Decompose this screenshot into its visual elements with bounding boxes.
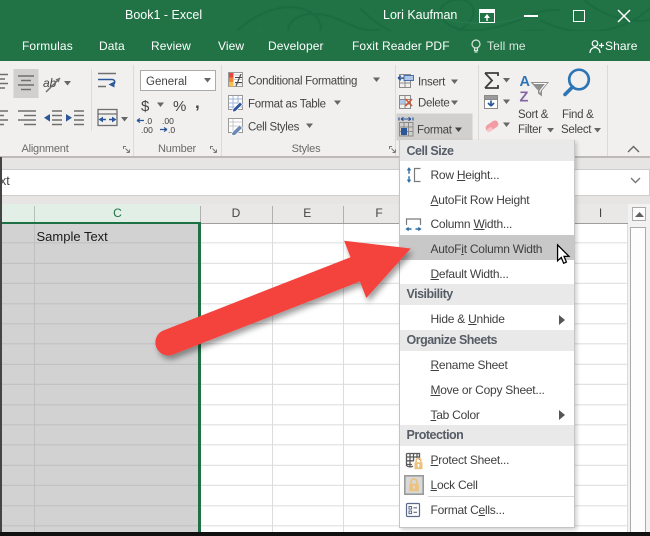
svg-text:A: A xyxy=(520,74,531,90)
svg-text:$: $ xyxy=(141,98,150,115)
svg-text:,: , xyxy=(195,93,200,112)
svg-text:.0: .0 xyxy=(168,125,175,135)
svg-text:Select: Select xyxy=(561,124,592,136)
svg-text:%: % xyxy=(173,98,186,115)
svg-text:Filter: Filter xyxy=(518,124,542,136)
svg-text:.00: .00 xyxy=(141,125,153,135)
svg-text:Format as Table: Format as Table xyxy=(248,99,326,111)
svg-text:Format: Format xyxy=(417,125,453,137)
svg-text:Insert: Insert xyxy=(418,77,446,89)
svg-text:General: General xyxy=(146,76,187,88)
svg-text:Conditional Formatting: Conditional Formatting xyxy=(248,76,357,88)
svg-text:Cell Styles: Cell Styles xyxy=(248,122,300,134)
svg-text:Delete: Delete xyxy=(418,98,449,110)
svg-text:Z: Z xyxy=(520,90,529,106)
svg-text:Find &: Find & xyxy=(562,109,594,121)
svg-text:Sort &: Sort & xyxy=(518,109,549,121)
